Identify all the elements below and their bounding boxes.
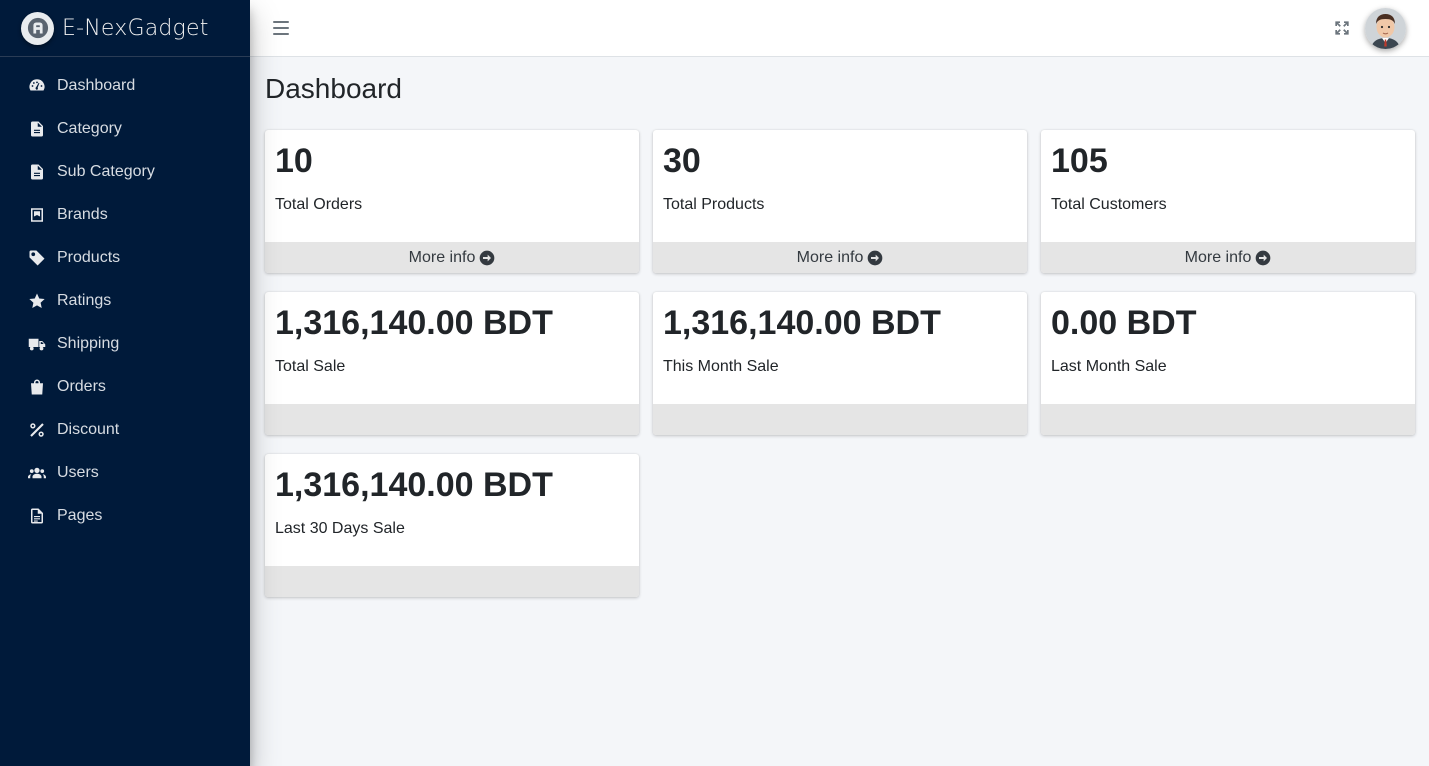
sidebar-item-label: Products (57, 248, 121, 266)
truck-icon (27, 334, 47, 354)
stat-card-total-customers: 105 Total Customers More info (1041, 130, 1415, 273)
sidebar-item-label: Discount (57, 420, 120, 438)
more-info-label: More info (1184, 248, 1252, 266)
sidebar: E-NexGadget Dashboard Category Sub Categ… (0, 0, 250, 766)
stat-label: Total Sale (275, 358, 346, 375)
arrow-circle-right-icon (1255, 250, 1271, 266)
card-footer (265, 566, 639, 597)
stat-label: Total Products (663, 196, 765, 213)
card-footer: More info (653, 242, 1027, 273)
sidebar-item-brands[interactable]: Brands (0, 193, 250, 236)
sidebar-item-users[interactable]: Users (0, 451, 250, 494)
sidebar-item-label: Category (57, 119, 122, 137)
stat-value: 10 (275, 142, 313, 180)
stat-label: Last 30 Days Sale (275, 520, 405, 537)
stat-label: Total Customers (1051, 196, 1167, 213)
stat-label: This Month Sale (663, 358, 779, 375)
sidebar-item-label: Brands (57, 205, 108, 223)
sidebar-item-label: Ratings (57, 291, 112, 309)
stat-label: Total Orders (275, 196, 363, 213)
main-content: Dashboard 10 Total Orders More info 30 T… (265, 57, 1415, 597)
page-title: Dashboard (265, 73, 402, 104)
sidebar-item-shipping[interactable]: Shipping (0, 322, 250, 365)
sidebar-item-label: Shipping (57, 334, 120, 352)
stat-card-total-products: 30 Total Products More info (653, 130, 1027, 273)
star-icon (27, 291, 47, 311)
arrow-circle-right-icon (867, 250, 883, 266)
stat-value: 30 (663, 142, 701, 180)
file-icon (27, 162, 47, 182)
stat-card-total-sale: 1,316,140.00 BDT Total Sale (265, 292, 639, 435)
card-footer: More info (1041, 242, 1415, 273)
sidebar-item-label: Pages (57, 506, 103, 524)
more-info-link[interactable]: More info (409, 249, 496, 267)
sidebar-item-discount[interactable]: Discount (0, 408, 250, 451)
sidebar-item-products[interactable]: Products (0, 236, 250, 279)
more-info-link[interactable]: More info (1185, 249, 1272, 267)
sidebar-item-category[interactable]: Category (0, 107, 250, 150)
arrow-circle-right-icon (479, 250, 495, 266)
file-icon (27, 119, 47, 139)
more-info-label: More info (796, 248, 864, 266)
stat-value: 0.00 BDT (1051, 304, 1197, 342)
card-footer (265, 404, 639, 435)
shopping-bag-icon (27, 377, 47, 397)
sidebar-item-label: Sub Category (57, 162, 155, 180)
stats-grid: 10 Total Orders More info 30 Total Produ… (265, 130, 1415, 597)
card-footer (653, 404, 1027, 435)
stat-card-last-30-days-sale: 1,316,140.00 BDT Last 30 Days Sale (265, 454, 639, 597)
sidebar-item-label: Dashboard (57, 76, 136, 94)
topbar (250, 0, 1429, 57)
sidebar-item-ratings[interactable]: Ratings (0, 279, 250, 322)
topbar-right (1334, 7, 1406, 49)
stat-label: Last Month Sale (1051, 358, 1167, 375)
tachometer-icon (27, 76, 47, 96)
sidebar-item-label: Orders (57, 377, 106, 395)
sidebar-item-orders[interactable]: Orders (0, 365, 250, 408)
tag-icon (27, 248, 47, 268)
stat-value: 1,316,140.00 BDT (275, 304, 553, 342)
sidebar-item-label: Users (57, 463, 99, 481)
stat-card-last-month-sale: 0.00 BDT Last Month Sale (1041, 292, 1415, 435)
sidebar-item-dashboard[interactable]: Dashboard (0, 64, 250, 107)
card-footer (1041, 404, 1415, 435)
card-footer: More info (265, 242, 639, 273)
file-alt-icon (27, 506, 47, 526)
brand-logo-icon (21, 11, 54, 45)
sidebar-item-sub-category[interactable]: Sub Category (0, 150, 250, 193)
user-avatar[interactable] (1365, 7, 1406, 49)
expand-icon[interactable] (1334, 20, 1350, 36)
stat-card-this-month-sale: 1,316,140.00 BDT This Month Sale (653, 292, 1027, 435)
brand-link[interactable]: E-NexGadget (0, 0, 250, 57)
more-info-label: More info (408, 248, 476, 266)
sidebar-item-pages[interactable]: Pages (0, 494, 250, 537)
more-info-link[interactable]: More info (797, 249, 884, 267)
hamburger-icon[interactable] (273, 21, 289, 35)
brand-name: E-NexGadget (62, 15, 209, 41)
stat-card-total-orders: 10 Total Orders More info (265, 130, 639, 273)
sidebar-nav: Dashboard Category Sub Category Brands P… (0, 64, 250, 537)
percent-icon (27, 420, 47, 440)
book-icon (27, 205, 47, 225)
stat-value: 105 (1051, 142, 1108, 180)
users-icon (27, 463, 47, 483)
stat-value: 1,316,140.00 BDT (275, 466, 553, 504)
stat-value: 1,316,140.00 BDT (663, 304, 941, 342)
